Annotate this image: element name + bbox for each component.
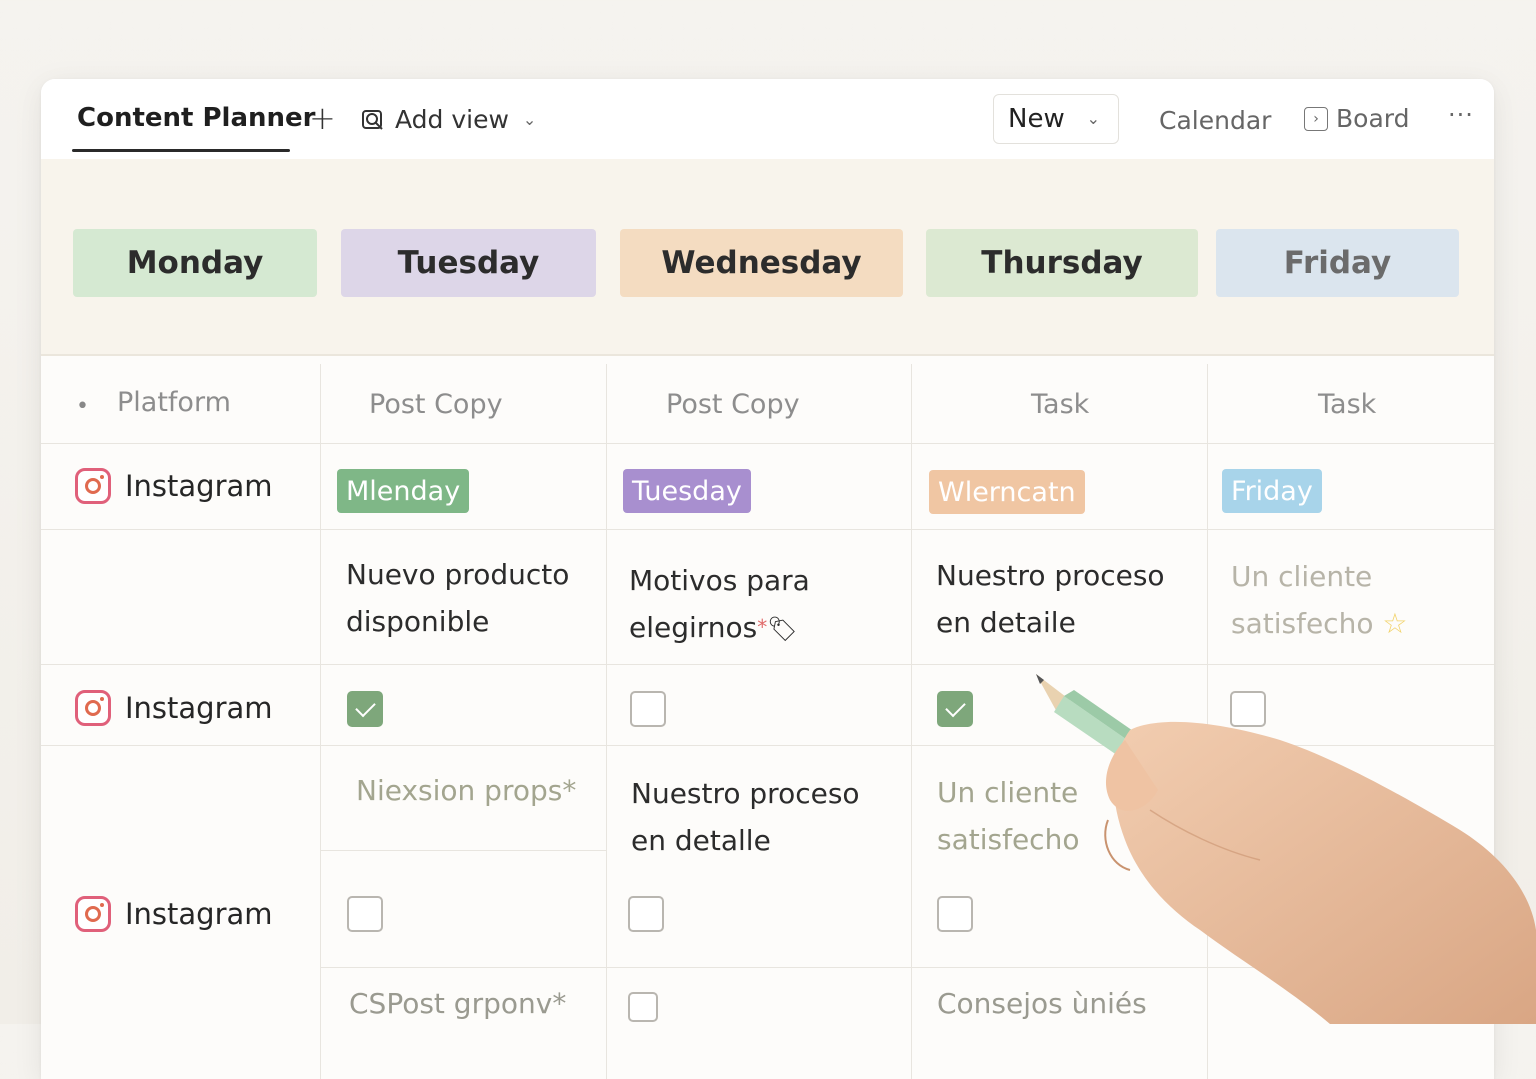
row-divider	[41, 664, 1494, 665]
chevron-down-icon[interactable]: ⌄	[1087, 109, 1100, 128]
day-monday[interactable]: Monday	[73, 229, 317, 297]
post-copy-cell[interactable]: Niexsion props*	[356, 767, 596, 814]
row-divider	[320, 850, 607, 851]
task-text: Un cliente satisfecho	[1231, 560, 1374, 640]
post-copy-cell[interactable]: Nuestro proceso en detalle	[631, 770, 891, 864]
column-header-platform[interactable]: Platform	[117, 387, 231, 418]
instagram-icon	[75, 690, 111, 726]
platform-cell[interactable]: Instagram	[75, 896, 273, 932]
platform-label: Instagram	[125, 897, 273, 931]
task-checkbox[interactable]	[347, 896, 383, 932]
board-label: Board	[1336, 104, 1410, 133]
instagram-icon	[75, 468, 111, 504]
tag-friday[interactable]: Friday	[1222, 469, 1322, 513]
task-cell[interactable]: Un cliente satisfecho ☆	[1231, 553, 1431, 647]
chevron-down-icon: ⌄	[522, 110, 537, 129]
column-header-post-copy[interactable]: Post Copy	[666, 389, 800, 420]
column-header-task[interactable]: Task	[1031, 389, 1089, 420]
column-divider	[911, 364, 912, 1079]
bullet-icon: •	[76, 394, 89, 419]
tag-emoji-icon: 🏷	[767, 615, 798, 643]
platform-cell[interactable]: Instagram	[75, 690, 273, 726]
add-view-icon	[362, 109, 383, 130]
star-icon: ☆	[1382, 607, 1408, 640]
task-checkbox[interactable]	[347, 691, 383, 727]
platform-label: Instagram	[125, 691, 273, 725]
new-button-label: New	[1008, 104, 1065, 134]
task-cell[interactable]: Consejos ùniés	[937, 980, 1177, 1027]
board-view-link[interactable]: › Board	[1304, 104, 1409, 133]
calendar-view-link[interactable]: Calendar	[1159, 106, 1271, 135]
platform-label: Instagram	[125, 469, 273, 503]
column-divider	[606, 364, 607, 1079]
board-icon: ›	[1304, 106, 1328, 131]
day-tuesday[interactable]: Tuesday	[341, 229, 596, 297]
task-cell[interactable]: Nuestro proceso en detaile	[936, 552, 1176, 646]
column-header-post-copy[interactable]: Post Copy	[369, 389, 503, 420]
instagram-icon	[75, 896, 111, 932]
post-copy-cell[interactable]: Motivos para elegirnos*🏷	[629, 557, 819, 653]
task-checkbox[interactable]	[937, 896, 973, 932]
platform-cell[interactable]: Instagram	[75, 468, 273, 504]
view-toolbar: Content Planner + Add view ⌄ New ⌄ Calen…	[41, 79, 1494, 159]
plus-icon[interactable]: +	[309, 99, 336, 137]
active-tab-underline	[72, 149, 290, 152]
day-thursday[interactable]: Thursday	[926, 229, 1198, 297]
column-divider	[320, 364, 321, 1079]
row-divider	[41, 443, 1494, 444]
day-wednesday[interactable]: Wednesday	[620, 229, 903, 297]
task-checkbox[interactable]	[1230, 691, 1266, 727]
add-view-label: Add view	[395, 105, 509, 134]
task-checkbox[interactable]	[630, 691, 666, 727]
task-cell[interactable]: Un cliente satisfecho	[937, 769, 1117, 863]
post-copy-cell[interactable]: CSPost grponv*	[349, 980, 589, 1027]
planner-table: • Platform Post Copy Post Copy Task Task…	[41, 364, 1494, 1079]
post-copy-cell[interactable]: Nuevo producto disponible	[346, 551, 586, 645]
more-icon[interactable]: ···	[1448, 101, 1474, 129]
column-divider	[1207, 364, 1208, 1079]
tag-tuesday[interactable]: Tuesday	[623, 469, 751, 513]
task-checkbox[interactable]	[628, 992, 658, 1022]
new-button[interactable]: New ⌄	[993, 94, 1119, 144]
content-planner-window: Content Planner + Add view ⌄ New ⌄ Calen…	[41, 79, 1494, 1079]
tag-wednesday[interactable]: Wlerncatn	[929, 470, 1085, 514]
day-friday[interactable]: Friday	[1216, 229, 1459, 297]
task-checkbox[interactable]	[937, 691, 973, 727]
day-banner: Monday Tuesday Wednesday Thursday Friday	[41, 159, 1494, 356]
task-checkbox[interactable]	[628, 896, 664, 932]
tab-content-planner[interactable]: Content Planner	[77, 103, 316, 133]
asterisk: *	[757, 615, 768, 639]
row-divider	[41, 529, 1494, 530]
column-header-task[interactable]: Task	[1318, 389, 1376, 420]
row-divider	[320, 967, 1494, 968]
add-view-button[interactable]: Add view ⌄	[361, 105, 536, 134]
row-divider	[41, 745, 1494, 746]
tag-monday[interactable]: Mlenday	[337, 469, 470, 513]
